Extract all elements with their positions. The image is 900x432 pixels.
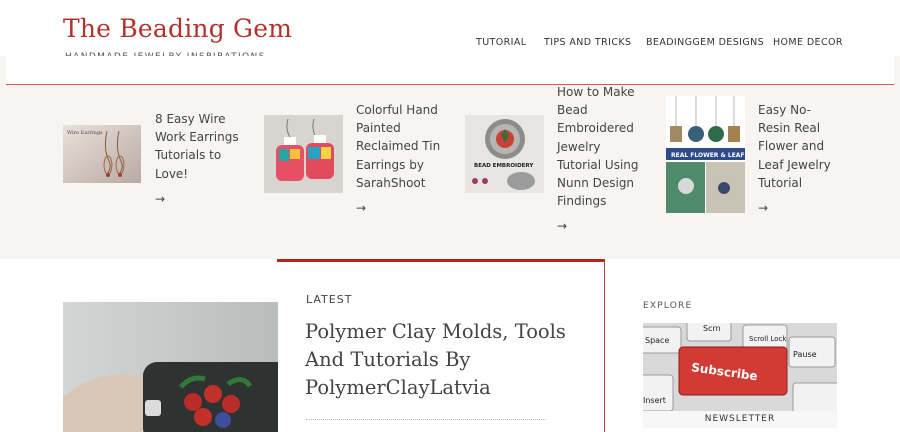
featured-arrow-1[interactable]: → — [155, 192, 165, 206]
newsletter-label[interactable]: NEWSLETTER — [643, 411, 837, 428]
nav-item-tutorial[interactable]: TUTORIAL — [476, 37, 526, 48]
thumb-caption: Wire Earrings — [67, 130, 103, 136]
nav-item-home-decor[interactable]: HOME DECOR — [773, 37, 843, 48]
main-nav: TUTORIAL TIPS AND TRICKS BEADINGGEM DESI… — [0, 37, 900, 51]
featured-title-3[interactable]: How to Make Bead Embroidered Jewelry Tut… — [557, 83, 642, 210]
featured-thumb-tin-earrings[interactable] — [264, 115, 343, 193]
key-label-insert: Insert — [643, 396, 666, 405]
key-label-scrn: Scrn — [703, 324, 721, 333]
latest-label: LATEST — [306, 293, 353, 306]
newsletter-card[interactable]: Space Scrn Scroll Lock Pause Subscribe I… — [643, 323, 837, 428]
featured-title-4[interactable]: Easy No-Resin Real Flower and Leaf Jewel… — [758, 101, 843, 192]
featured-arrow-3[interactable]: → — [557, 219, 567, 233]
latest-post-title[interactable]: Polymer Clay Molds, Tools And Tutorials … — [305, 318, 585, 402]
key-label-scroll-lock: Scroll Lock — [749, 335, 787, 343]
key-label-space: Space — [645, 336, 669, 345]
nav-item-tips-and-tricks[interactable]: TIPS AND TRICKS — [544, 37, 631, 48]
featured-thumb-wire-earrings[interactable]: Wire Earrings — [63, 125, 141, 183]
post-excerpt-preview — [306, 419, 546, 423]
featured-arrow-2[interactable]: → — [356, 201, 366, 215]
featured-title-1[interactable]: 8 Easy Wire Work Earrings Tutorials to L… — [155, 110, 250, 183]
featured-thumb-real-flower[interactable]: REAL FLOWER & LEAF — [666, 96, 745, 213]
featured-thumb-bead-embroidery[interactable]: BEAD EMBROIDERY — [465, 115, 544, 193]
nav-item-beadinggem-designs[interactable]: BEADINGGEM DESIGNS — [646, 37, 764, 48]
key-label-pause: Pause — [793, 350, 817, 359]
sidebar-heading-explore: EXPLORE — [643, 301, 693, 311]
thumb-caption: REAL FLOWER & LEAF — [671, 152, 745, 159]
thumb-caption: BEAD EMBROIDERY — [474, 163, 534, 169]
header-bottom-border — [6, 56, 894, 85]
latest-post-image[interactable] — [63, 302, 278, 432]
featured-arrow-4[interactable]: → — [758, 201, 768, 215]
featured-title-2[interactable]: Colorful Hand Painted Reclaimed Tin Earr… — [356, 101, 456, 192]
